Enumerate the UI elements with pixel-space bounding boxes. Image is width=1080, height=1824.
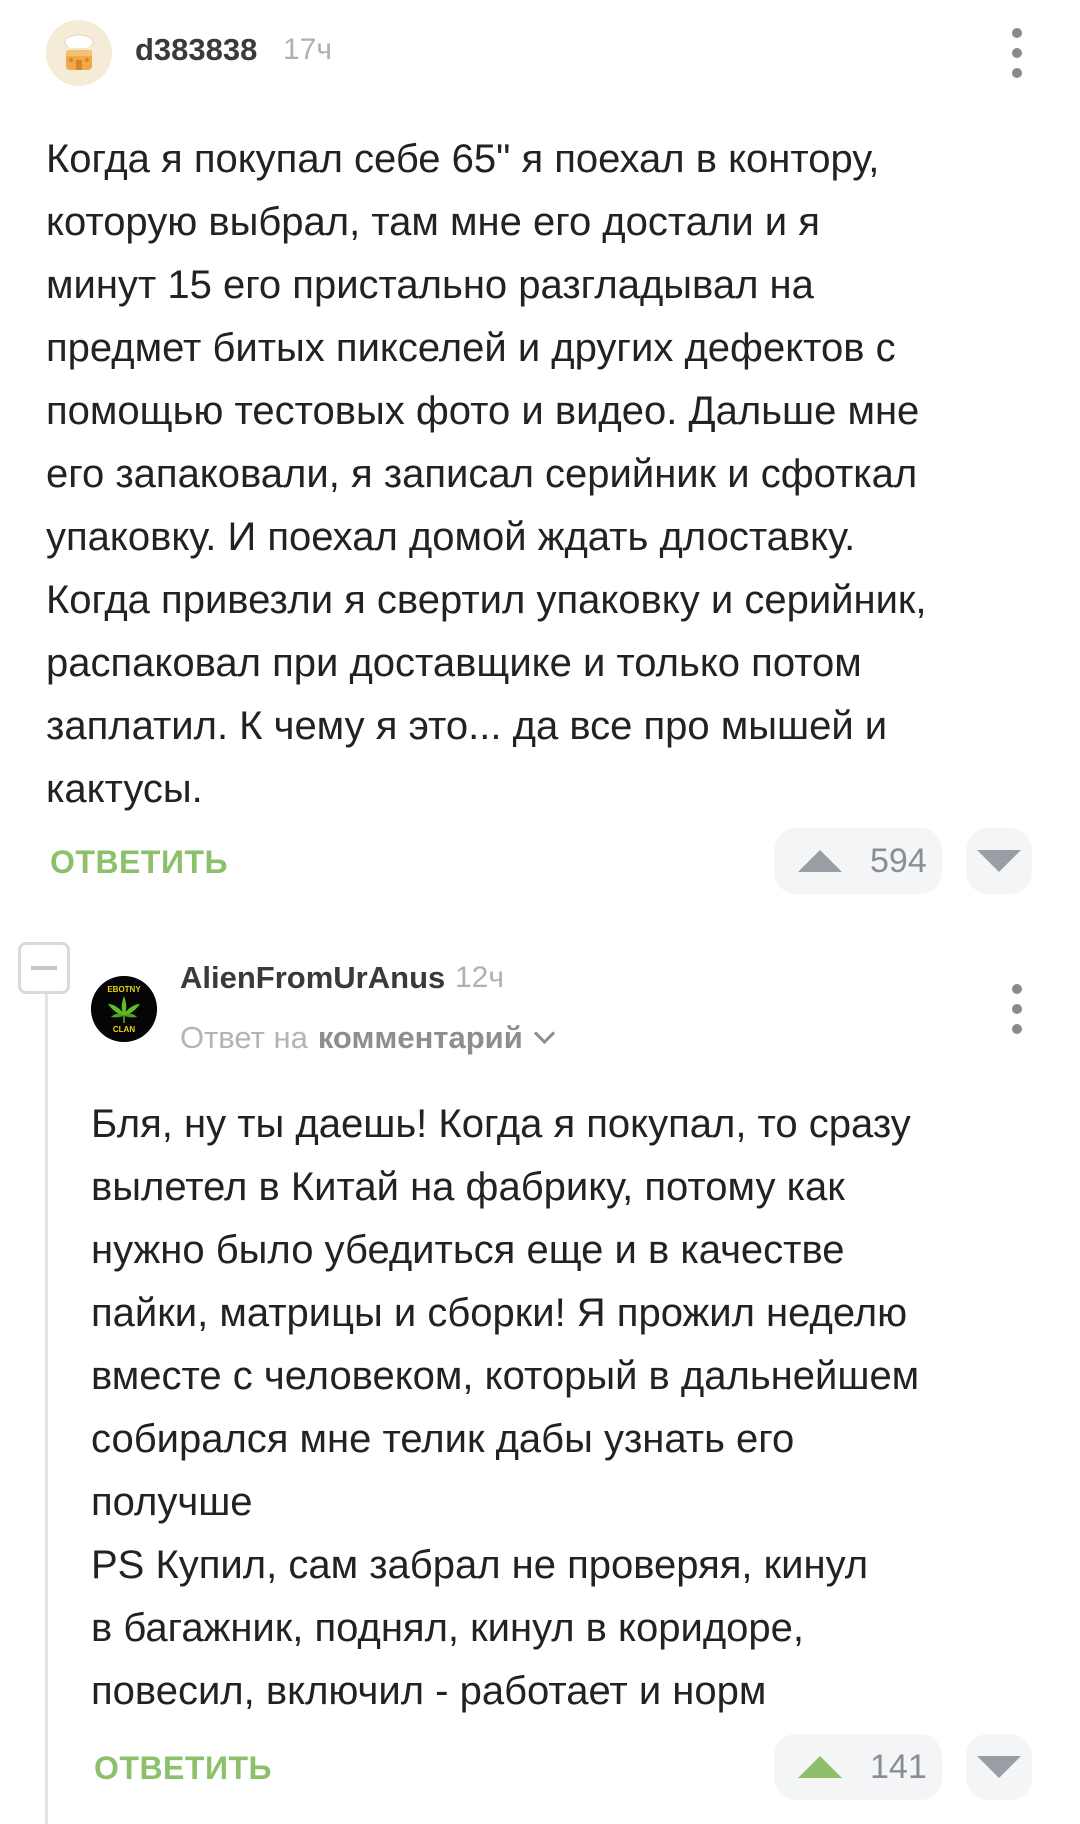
- author-avatar[interactable]: EBOTNY CLAN: [91, 976, 157, 1042]
- upvote-icon: [798, 1756, 842, 1778]
- collapse-thread-button[interactable]: [18, 942, 70, 994]
- avatar-leaf-icon: EBOTNY CLAN: [91, 976, 157, 1042]
- vote-count: 594: [870, 841, 927, 880]
- reply-to-link[interactable]: комментарий: [318, 1020, 523, 1056]
- comment-time: 12ч: [455, 961, 504, 994]
- reply-to-line: Ответ на комментарий: [180, 1020, 555, 1056]
- reply-to-prefix: Ответ на: [180, 1020, 308, 1055]
- downvote-icon: [977, 850, 1021, 872]
- thread-line: [45, 990, 48, 1824]
- downvote-icon: [977, 1756, 1021, 1778]
- reply-button[interactable]: ОТВЕТИТЬ: [50, 844, 228, 881]
- downvote-button[interactable]: [966, 1734, 1032, 1800]
- author-avatar[interactable]: [46, 20, 112, 86]
- comment: d383838 17ч Когда я покупал себе 65" я п…: [0, 0, 1080, 900]
- author-name[interactable]: d383838: [135, 32, 257, 68]
- upvote-icon: [798, 850, 842, 872]
- comment-text: Бля, ну ты даешь! Когда я покупал, то ср…: [91, 1102, 920, 1713]
- downvote-button[interactable]: [966, 828, 1032, 894]
- comment-text: Когда я покупал себе 65" я поехал в конт…: [46, 137, 927, 811]
- avatar-cake-icon: [46, 20, 112, 86]
- author-name[interactable]: AlienFromUrAnus: [180, 960, 445, 996]
- upvote-button[interactable]: 594: [774, 828, 942, 894]
- comment-time: 17ч: [283, 33, 332, 66]
- upvote-button[interactable]: 141: [774, 1734, 942, 1800]
- vote-count: 141: [870, 1747, 927, 1786]
- avatar-text-top: EBOTNY: [107, 985, 141, 994]
- more-vert-icon[interactable]: [1002, 28, 1032, 78]
- avatar-text-bottom: CLAN: [113, 1025, 135, 1034]
- reply-button[interactable]: ОТВЕТИТЬ: [94, 1750, 272, 1787]
- chevron-down-icon: [533, 1022, 555, 1044]
- collapse-icon: [31, 966, 57, 970]
- more-vert-icon[interactable]: [1002, 984, 1032, 1034]
